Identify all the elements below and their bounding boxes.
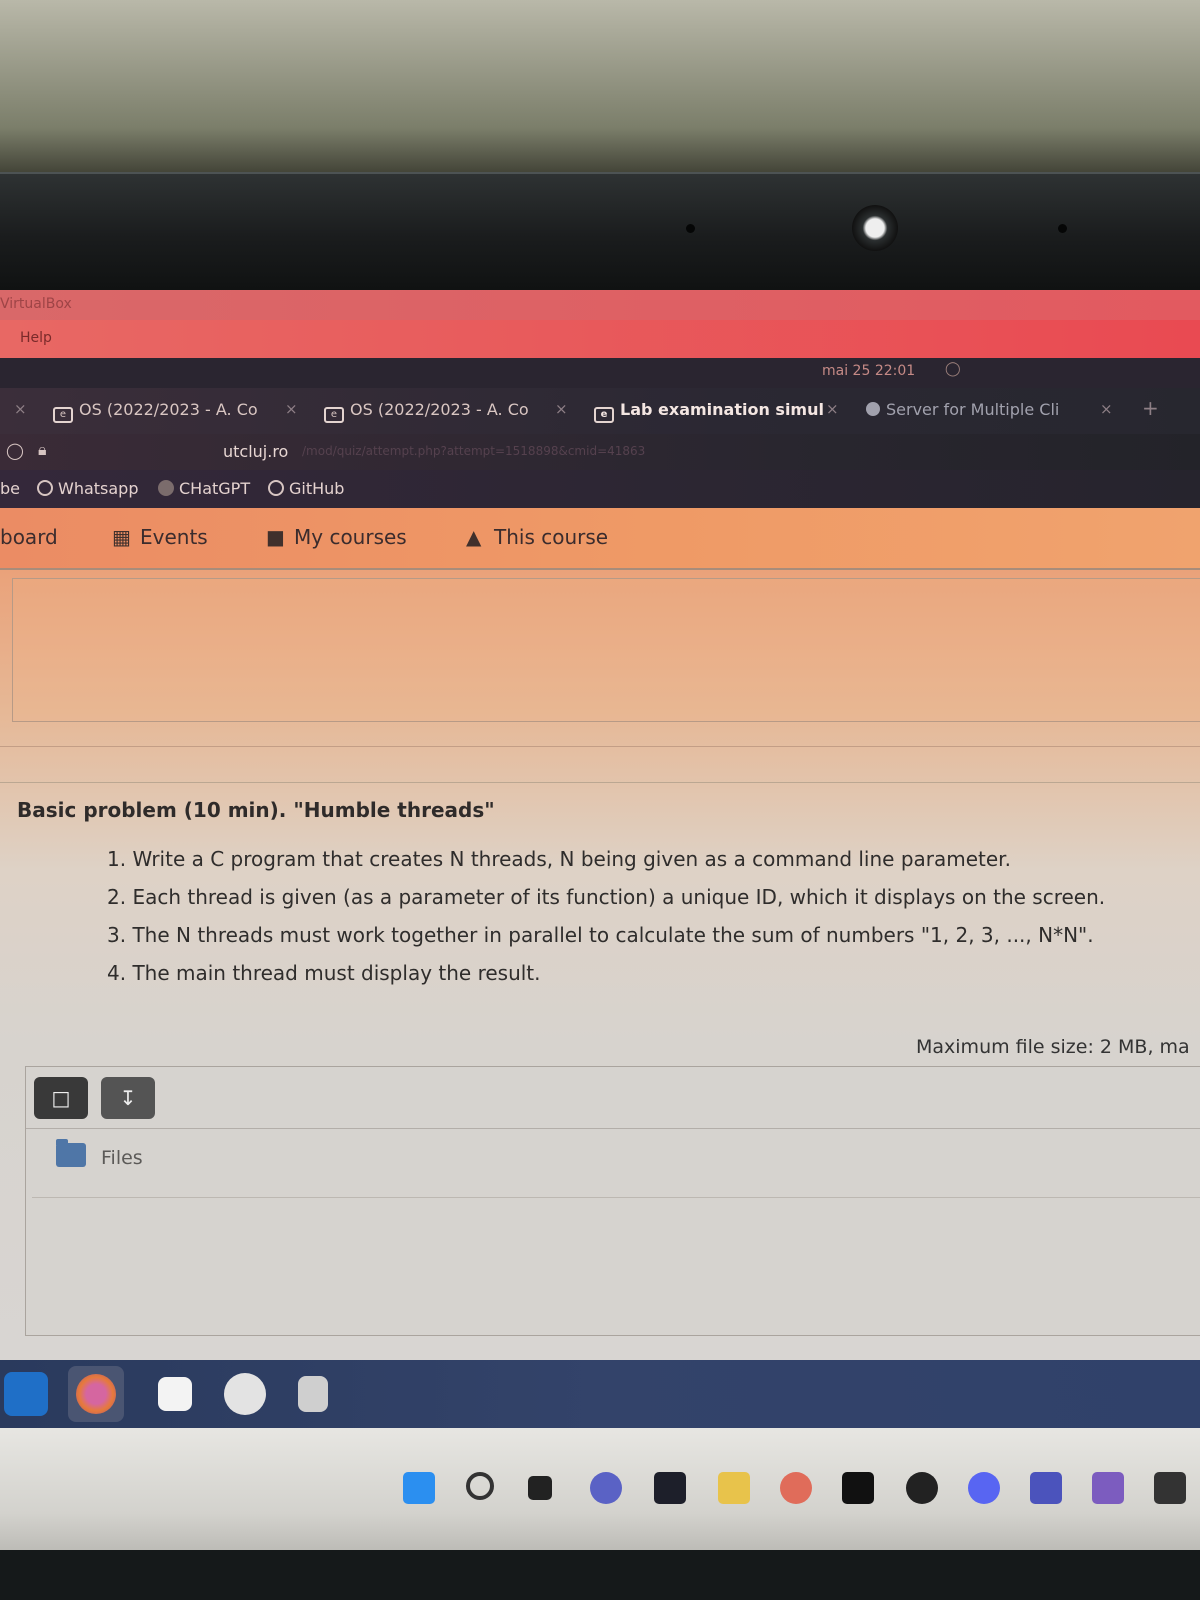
tab-lab-examination[interactable]: e Lab examination simul: [594, 400, 824, 423]
disc-icon[interactable]: [224, 1373, 266, 1415]
terminal-icon[interactable]: [842, 1472, 874, 1504]
folder-icon[interactable]: [56, 1139, 86, 1167]
menu-help[interactable]: Help: [20, 330, 52, 346]
globe-icon: [866, 402, 880, 416]
trash-icon[interactable]: [298, 1376, 328, 1412]
sensor-dot: [686, 224, 695, 233]
virtualbox-titlebar: VirtualBox: [0, 290, 1200, 320]
monitor-bottom-bezel: [0, 1550, 1200, 1600]
guest-topbar: mai 25 22:01 ◯: [0, 358, 1200, 388]
briefcase-icon: ■: [266, 525, 285, 549]
discord-icon[interactable]: [968, 1472, 1000, 1504]
nav-dashboard[interactable]: board: [0, 525, 58, 549]
sitemap-icon: ▲: [466, 525, 482, 549]
chatgpt-icon: [158, 480, 174, 496]
bell-icon[interactable]: ◯: [945, 361, 961, 377]
bookmark-whatsapp[interactable]: Whatsapp: [37, 479, 139, 498]
sensor-dot: [1058, 224, 1067, 233]
webcam-icon: [852, 205, 898, 251]
bookmark-chatgpt[interactable]: CHatGPT: [158, 479, 250, 498]
divider: [0, 746, 1200, 747]
app-title: VirtualBox: [0, 296, 72, 312]
problem-title: Basic problem (10 min). "Humble threads": [17, 798, 495, 822]
max-file-size: Maximum file size: 2 MB, ma: [916, 1036, 1190, 1058]
moodle-icon: e: [324, 407, 344, 423]
drop-zone[interactable]: [32, 1197, 1200, 1331]
teams-chat-icon[interactable]: [590, 1472, 622, 1504]
file-picker-toolbar: □ ↧: [26, 1067, 1200, 1129]
close-icon[interactable]: ×: [14, 400, 27, 418]
lock-icon[interactable]: 🔒︎: [38, 440, 47, 460]
search-icon[interactable]: [466, 1472, 494, 1500]
address-bar[interactable]: ◯ 🔒︎ utcluj.ro /mod/quiz/attempt.php?att…: [0, 434, 1200, 470]
teams-icon[interactable]: [1030, 1472, 1062, 1504]
answer-editor[interactable]: [12, 578, 1200, 722]
file-icon: □: [51, 1086, 71, 1110]
files-label[interactable]: Files: [101, 1147, 143, 1169]
monitor-bezel: [0, 172, 1200, 290]
problem-list: 1. Write a C program that creates N thre…: [107, 840, 1105, 992]
task-view-icon[interactable]: [528, 1476, 552, 1500]
tab-os-2[interactable]: e OS (2022/2023 - A. Co: [324, 400, 529, 423]
whatsapp-icon: [37, 480, 53, 496]
firefox-logo: [76, 1374, 116, 1414]
page-content: Basic problem (10 min). "Humble threads"…: [0, 570, 1200, 1360]
tab-close-icon[interactable]: ×: [285, 400, 298, 418]
calendar-icon: ▦: [112, 525, 131, 549]
bookmarks-bar: be Whatsapp CHatGPT GitHub: [0, 470, 1200, 508]
firefox-icon[interactable]: [68, 1366, 124, 1422]
moodle-navbar: board ▦ Events ■ My courses ▲ This course: [0, 508, 1200, 570]
file-explorer-icon[interactable]: [718, 1472, 750, 1504]
virtualbox-menubar: Help: [0, 320, 1200, 358]
download-button[interactable]: ↧: [101, 1077, 155, 1119]
firefox-taskbar-icon[interactable]: [780, 1472, 812, 1504]
problem-item: 2. Each thread is given (as a parameter …: [107, 885, 1106, 909]
tab-close-icon[interactable]: ×: [1100, 400, 1113, 418]
url-path: /mod/quiz/attempt.php?attempt=1518898&cm…: [302, 444, 646, 458]
tradingview-icon[interactable]: [654, 1472, 686, 1504]
bookmark-github[interactable]: GitHub: [268, 479, 344, 498]
shield-icon[interactable]: ◯: [6, 441, 24, 460]
clock[interactable]: mai 25 22:01: [822, 363, 915, 379]
github-icon: [268, 480, 284, 496]
new-tab-button[interactable]: +: [1142, 396, 1159, 420]
guest-dock: [0, 1360, 1200, 1428]
url-host: utcluj.ro: [223, 442, 289, 461]
tab-close-icon[interactable]: ×: [555, 400, 568, 418]
vscode-icon[interactable]: [4, 1372, 48, 1416]
problem-item: 1. Write a C program that creates N thre…: [107, 847, 1011, 871]
problem-item: 4. The main thread must display the resu…: [107, 961, 541, 985]
file-picker[interactable]: □ ↧ Files: [25, 1066, 1200, 1336]
add-file-button[interactable]: □: [34, 1077, 88, 1119]
tab-server-multiple-clients[interactable]: Server for Multiple Cli: [866, 400, 1059, 419]
divider: [0, 782, 1200, 783]
app-icon[interactable]: [1154, 1472, 1186, 1504]
windows-start-icon[interactable]: [403, 1472, 435, 1504]
moodle-icon: e: [53, 407, 73, 423]
host-taskbar: [0, 1428, 1200, 1550]
screen: VirtualBox Help mai 25 22:01 ◯ × e OS (20…: [0, 290, 1200, 1550]
nav-events[interactable]: ▦ Events: [112, 525, 208, 549]
tab-close-icon[interactable]: ×: [826, 400, 839, 418]
app-icon[interactable]: [906, 1472, 938, 1504]
moodle-icon: e: [594, 407, 614, 423]
problem-item: 3. The N threads must work together in p…: [107, 923, 1094, 947]
visual-studio-icon[interactable]: [1092, 1472, 1124, 1504]
browser-tabstrip: × e OS (2022/2023 - A. Co × e OS (2022/202…: [0, 388, 1200, 434]
download-icon: ↧: [119, 1086, 137, 1110]
nav-this-course[interactable]: ▲ This course: [466, 525, 608, 549]
text-editor-icon[interactable]: [158, 1377, 192, 1411]
nav-my-courses[interactable]: ■ My courses: [266, 525, 407, 549]
bookmark-youtube[interactable]: be: [0, 479, 20, 498]
tab-os-1[interactable]: e OS (2022/2023 - A. Co: [53, 400, 258, 423]
